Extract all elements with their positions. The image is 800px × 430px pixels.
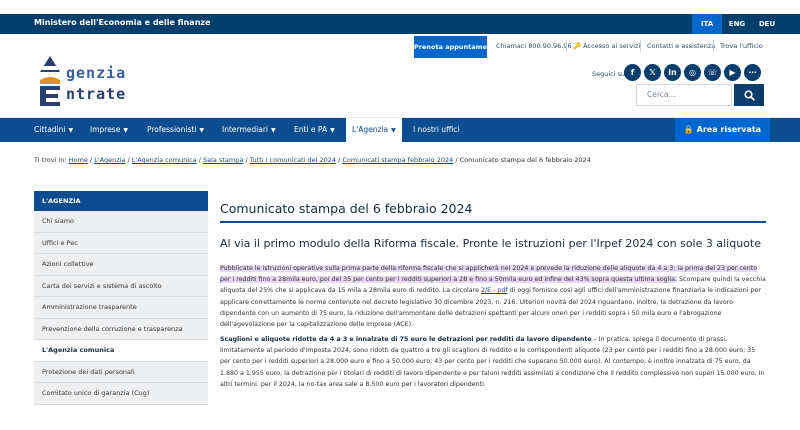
sidebar-item-cug[interactable]: Comitato unico di garanzia (Cug) — [34, 383, 208, 405]
nav-label: L'Agenzia — [352, 125, 389, 134]
article-paragraph: Pubblicate le istruzioni operative sulla… — [220, 263, 766, 330]
accesso-servizi-link[interactable]: 🔑 Accesso ai servizi — [573, 42, 640, 50]
sidebar-title: L'AGENZIA — [34, 191, 208, 211]
search-button[interactable] — [734, 84, 764, 106]
key-icon: 🔑 — [573, 42, 584, 50]
nav-agenzia[interactable]: L'Agenzia ▼ — [346, 118, 402, 142]
search-icon — [743, 89, 755, 101]
sidebar-item-prevenzione-corruzione[interactable]: Prevenzione della corruzione e trasparen… — [34, 318, 208, 340]
chevron-down-icon: ▼ — [123, 127, 128, 134]
x-twitter-icon[interactable]: 𝕏 — [644, 64, 661, 81]
divider — [566, 40, 567, 52]
prenota-button[interactable]: Prenota appuntamento — [414, 36, 499, 58]
sidebar-item-azioni-collettive[interactable]: Azioni collettive — [34, 254, 208, 276]
lock-icon: 🔒 — [683, 125, 697, 134]
nav-intermediari[interactable]: Intermediari ▼ — [222, 118, 276, 142]
sidebar-item-protezione-dati[interactable]: Protezione dei dati personali — [34, 361, 208, 383]
area-riservata-button[interactable]: 🔒 Area riservata — [675, 118, 770, 142]
breadcrumb-agenzia-comunica[interactable]: L'Agenzia comunica — [132, 156, 197, 164]
logo-text-agenzia: genzia — [66, 64, 127, 82]
seguici-label: Seguici su: — [592, 70, 628, 78]
ministry-link[interactable]: Ministero dell'Economia e delle finanze — [34, 18, 210, 27]
nav-label: I nostri uffici — [413, 125, 460, 134]
chevron-down-icon: ▼ — [199, 127, 205, 134]
chevron-down-icon: ▼ — [391, 127, 396, 134]
nav-enti-pa[interactable]: Enti e PA ▼ — [294, 118, 335, 142]
page-title: Comunicato stampa del 6 febbraio 2024 — [220, 201, 473, 216]
site-header: Prenota appuntamento Chiamaci 800.90.96.… — [0, 34, 800, 118]
area-riservata-label: Area riservata — [696, 125, 762, 134]
search-input[interactable]: Cerca... — [636, 84, 732, 106]
nav-imprese[interactable]: Imprese ▼ — [90, 118, 128, 142]
nav-cittadini[interactable]: Cittadini ▼ — [34, 118, 73, 142]
lang-ita[interactable]: ITA — [692, 14, 722, 34]
sidebar: L'AGENZIA Chi siamo Uffici e Pec Azioni … — [34, 191, 208, 405]
breadcrumb-comunicati-2024[interactable]: Tutti i comunicati del 2024 — [250, 156, 336, 164]
divider — [640, 40, 641, 52]
rss-icon[interactable]: ⋯ — [744, 64, 761, 81]
linkedin-icon[interactable]: in — [664, 64, 681, 81]
instagram-icon[interactable]: ◎ — [684, 64, 701, 81]
nav-label: Cittadini — [34, 125, 66, 134]
whatsapp-icon[interactable]: ☏ — [704, 64, 721, 81]
breadcrumb-sala-stampa[interactable]: Sala stampa — [203, 156, 243, 164]
nav-label: Professionisti — [147, 125, 197, 134]
sidebar-item-carta-servizi[interactable]: Carta dei servizi e sistema di ascolto — [34, 275, 208, 297]
lang-deu[interactable]: DEU — [752, 14, 782, 34]
article-paragraph: Scaglioni e aliquote ridotte da 4 a 3 e … — [220, 334, 766, 390]
agenzia-entrate-logo[interactable]: genzia ntrate — [36, 54, 176, 114]
facebook-icon[interactable]: f — [624, 64, 641, 81]
youtube-icon[interactable]: ▶ — [724, 64, 741, 81]
accesso-label: Accesso ai servizi — [583, 42, 641, 50]
breadcrumb-prefix: Ti trovi in: — [34, 156, 67, 164]
contatti-link[interactable]: Contatti e assistenza — [647, 42, 715, 50]
nav-label: Imprese — [90, 125, 121, 134]
nav-professionisti[interactable]: Professionisti ▼ — [147, 118, 204, 142]
logo-text-entrate: ntrate — [66, 85, 127, 103]
breadcrumb: Ti trovi in: Home / L'Agenzia / L'Agenzi… — [34, 156, 591, 164]
nav-label: Intermediari — [222, 125, 268, 134]
breadcrumb-agenzia[interactable]: L'Agenzia — [94, 156, 125, 164]
breadcrumb-current: Comunicato stampa del 6 febbraio 2024 — [459, 156, 591, 164]
paragraph-heading: Scaglioni e aliquote ridotte da 4 a 3 e … — [220, 336, 592, 343]
sidebar-item-uffici-pec[interactable]: Uffici e Pec — [34, 232, 208, 254]
sidebar-item-amministrazione-trasparente[interactable]: Amministrazione trasparente — [34, 297, 208, 319]
page: Ministero dell'Economia e delle finanze … — [0, 0, 800, 430]
ministry-bar: Ministero dell'Economia e delle finanze … — [0, 14, 800, 34]
title-divider — [220, 221, 766, 223]
chiamaci-link[interactable]: Chiamaci 800.90.96.96 — [496, 42, 572, 50]
paragraph-text: – In pratica, spiega il documento di pra… — [220, 336, 765, 388]
breadcrumb-home[interactable]: Home — [69, 156, 88, 164]
chevron-down-icon: ▼ — [330, 127, 335, 134]
logo-mark-icon — [40, 56, 60, 106]
circolare-pdf-link[interactable]: 2/E - pdf — [481, 287, 508, 294]
divider — [713, 40, 714, 52]
chevron-down-icon: ▼ — [271, 127, 276, 134]
sidebar-item-agenzia-comunica[interactable]: L'Agenzia comunica — [34, 340, 208, 362]
chevron-down-icon: ▼ — [68, 127, 74, 134]
article-subtitle: Al via il primo modulo della Riforma fis… — [220, 237, 761, 250]
nav-nostri-uffici[interactable]: I nostri uffici — [413, 118, 460, 142]
nav-label: Enti e PA — [294, 125, 328, 134]
breadcrumb-comunicati-febbraio[interactable]: Comunicati stampa febbraio 2024 — [342, 156, 453, 164]
trova-ufficio-link[interactable]: Trova l'ufficio — [720, 42, 763, 50]
sidebar-item-chi-siamo[interactable]: Chi siamo — [34, 211, 208, 233]
lang-eng[interactable]: ENG — [722, 14, 752, 34]
